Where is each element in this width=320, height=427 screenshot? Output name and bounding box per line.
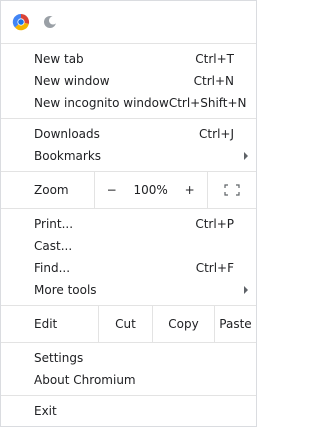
menu-item-label: Cast...	[34, 239, 73, 253]
fullscreen-icon	[224, 184, 240, 196]
downloads-bookmarks-group: Downloads Ctrl+J Bookmarks	[1, 119, 256, 171]
menu-item-print[interactable]: Print... Ctrl+P	[1, 213, 256, 235]
settings-group: Settings About Chromium	[1, 343, 256, 395]
menu-item-label: Exit	[34, 404, 57, 418]
menu-item-new-tab[interactable]: New tab Ctrl+T	[1, 48, 256, 70]
menu-item-about[interactable]: About Chromium	[1, 369, 256, 391]
zoom-row: Zoom − 100% +	[1, 172, 256, 208]
moon-icon[interactable]	[41, 13, 59, 31]
menu-item-downloads[interactable]: Downloads Ctrl+J	[1, 123, 256, 145]
zoom-level: 100%	[133, 183, 168, 197]
chromium-icon[interactable]	[12, 13, 30, 31]
fullscreen-button[interactable]	[208, 184, 256, 196]
edit-row: Edit Cut Copy Paste	[1, 306, 256, 342]
menu-item-label: New tab	[34, 52, 84, 66]
menu-item-exit[interactable]: Exit	[1, 400, 256, 422]
menu-item-label: Find...	[34, 261, 71, 275]
menu-item-new-incognito[interactable]: New incognito window Ctrl+Shift+N	[1, 92, 256, 114]
menu-item-label: Settings	[34, 351, 84, 365]
edit-label: Edit	[34, 317, 58, 331]
menu-item-bookmarks[interactable]: Bookmarks	[1, 145, 256, 167]
menu-item-settings[interactable]: Settings	[1, 347, 256, 369]
exit-group: Exit	[1, 396, 256, 426]
tools-group: Print... Ctrl+P Cast... Find... Ctrl+F M…	[1, 209, 256, 305]
shortcut-label: Ctrl+P	[195, 217, 234, 231]
paste-button[interactable]: Paste	[215, 306, 256, 342]
tab-window-group: New tab Ctrl+T New window Ctrl+N New inc…	[1, 44, 256, 118]
menu-item-label: About Chromium	[34, 373, 136, 387]
shortcut-label: Ctrl+Shift+N	[168, 96, 247, 110]
menu-item-label: Bookmarks	[34, 149, 102, 163]
shortcut-label: Ctrl+J	[199, 127, 234, 141]
menu-header	[1, 1, 256, 43]
menu-item-new-window[interactable]: New window Ctrl+N	[1, 70, 256, 92]
zoom-in-button[interactable]: +	[173, 183, 207, 197]
cut-button[interactable]: Cut	[99, 306, 152, 342]
menu-item-label: Downloads	[34, 127, 100, 141]
menu-item-label: Print...	[34, 217, 74, 231]
shortcut-label: Ctrl+N	[193, 74, 234, 88]
submenu-arrow-icon	[244, 152, 248, 160]
copy-button[interactable]: Copy	[153, 306, 214, 342]
menu-item-find[interactable]: Find... Ctrl+F	[1, 257, 256, 279]
menu-item-label: New window	[34, 74, 110, 88]
menu-item-cast[interactable]: Cast...	[1, 235, 256, 257]
shortcut-label: Ctrl+T	[195, 52, 234, 66]
menu-item-more-tools[interactable]: More tools	[1, 279, 256, 301]
zoom-controls: − 100% +	[95, 183, 207, 197]
submenu-arrow-icon	[244, 286, 248, 294]
menu-item-label: New incognito window	[34, 96, 169, 110]
shortcut-label: Ctrl+F	[195, 261, 234, 275]
menu-item-label: More tools	[34, 283, 97, 297]
zoom-out-button[interactable]: −	[95, 183, 129, 197]
app-menu: New tab Ctrl+T New window Ctrl+N New inc…	[0, 0, 257, 427]
zoom-label: Zoom	[34, 183, 69, 197]
